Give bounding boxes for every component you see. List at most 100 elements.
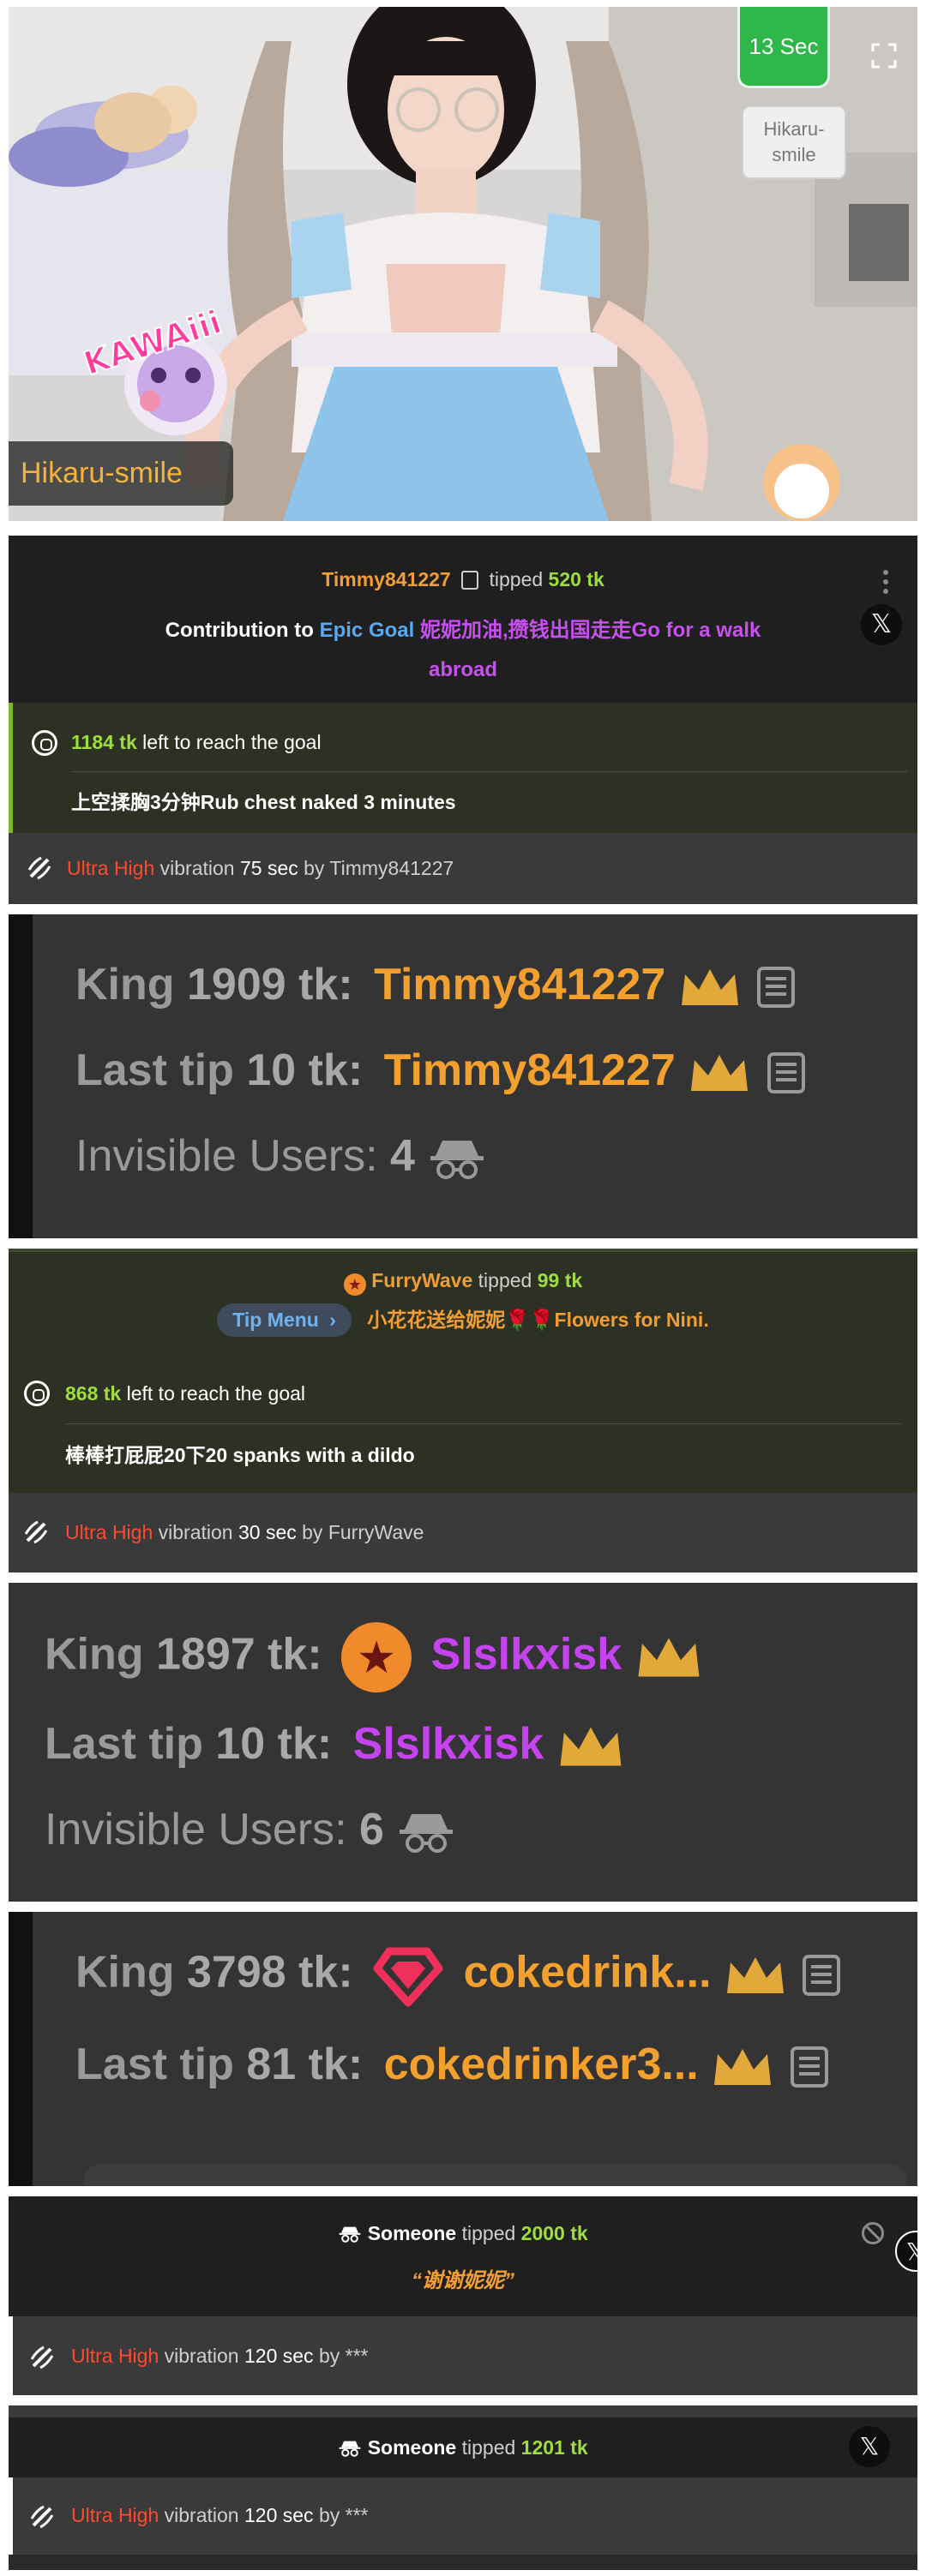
- heart-diamond-icon: [373, 1947, 443, 2007]
- note-icon[interactable]: [764, 1051, 809, 1095]
- tip-line: Someone tipped 2000 tk: [9, 2222, 917, 2249]
- model-badge: Hikaru-smile: [742, 105, 846, 179]
- tip-header: Someone tipped 2000 tk “谢谢妮妮” 𝕏: [9, 2196, 917, 2316]
- tipped-word: tipped: [489, 568, 544, 590]
- goal-remaining-amount: 1184 tk: [71, 731, 137, 753]
- tip-menu-button[interactable]: Tip Menu ›: [217, 1303, 352, 1337]
- tip-header: Timmy841227 tipped 520 tk Contribution t…: [9, 536, 917, 703]
- model-name-text: Hikaru-smile: [21, 457, 183, 489]
- stats-panel-2: King 1897 tk: ★ Slslkxisk Last tip 10 tk…: [9, 1583, 917, 1902]
- vibration-line: Ultra High vibration 75 sec by Timmy8412…: [67, 857, 454, 880]
- epic-goal-label: Epic Goal: [319, 619, 415, 642]
- tip-amount: 1201 tk: [520, 2436, 588, 2459]
- king-row: King 1897 tk: ★ Slslkxisk: [45, 1622, 703, 1692]
- star-badge-icon: ★: [341, 1622, 412, 1692]
- tip-header: Someone tipped 1201 tk 𝕏: [9, 2417, 917, 2477]
- king-row: King 3798 tk: cokedrink...: [75, 1943, 844, 2008]
- incognito-icon: [338, 2225, 362, 2249]
- stats-panel-3: King 3798 tk: cokedrink... Last tip 81 t…: [9, 1912, 917, 2186]
- vibration-bar: Ultra High vibration 120 sec by ***: [9, 2477, 917, 2555]
- vibration-icon: [26, 854, 53, 882]
- tipper-name[interactable]: FurryWave: [371, 1269, 472, 1291]
- goal-remaining-suffix: left to reach the goal: [126, 1382, 306, 1405]
- goal-remaining-line: 1184 tk left to reach the goal: [71, 731, 322, 754]
- vibration-by: by: [304, 857, 325, 879]
- tip-notification-3: Someone tipped 2000 tk “谢谢妮妮” 𝕏 Ultra Hi…: [9, 2196, 917, 2395]
- tipper-name[interactable]: Timmy841227: [322, 568, 450, 590]
- tip-amount: 99 tk: [537, 1269, 583, 1291]
- vibration-level: Ultra High: [67, 857, 155, 879]
- last-tip-amount: 10 tk:: [215, 1719, 333, 1769]
- tip-notification-4: Someone tipped 1201 tk 𝕏 Ultra High vibr…: [9, 2405, 917, 2570]
- goal-remaining-amount: 868 tk: [65, 1382, 122, 1405]
- vibration-word: vibration: [164, 2504, 239, 2526]
- contribution-prefix: Contribution to: [165, 619, 314, 642]
- invisible-users-count: 4: [390, 1131, 415, 1181]
- crown-icon: [560, 1727, 622, 1766]
- note-icon[interactable]: [787, 2045, 832, 2089]
- goal-remaining-line: 868 tk left to reach the goal: [65, 1382, 305, 1405]
- contribution-line: Contribution to Epic Goal 妮妮加油,攒钱出国走走Go …: [77, 611, 849, 690]
- last-tip-user[interactable]: Timmy841227: [384, 1045, 676, 1095]
- block-icon[interactable]: [862, 2222, 884, 2244]
- vibration-bar: Ultra High vibration 75 sec by Timmy8412…: [9, 833, 917, 904]
- note-icon[interactable]: [754, 965, 798, 1009]
- invisible-users-row: Invisible Users: 4: [75, 1130, 487, 1182]
- invisible-users-label: Invisible Users:: [75, 1131, 378, 1181]
- timer-text: 13 Sec: [749, 33, 819, 59]
- goal-box: 1184 tk left to reach the goal 上空揉胸3分钟Ru…: [9, 703, 917, 833]
- note-icon: [461, 571, 479, 590]
- fullscreen-icon[interactable]: [871, 43, 897, 69]
- last-tip-user[interactable]: cokedrinker3...: [384, 2040, 699, 2089]
- vibration-duration: 75 sec: [239, 857, 298, 879]
- incognito-icon: [430, 1141, 484, 1180]
- note-icon[interactable]: [799, 1953, 844, 1998]
- king-amount: 1909 tk:: [186, 960, 353, 1009]
- vibration-line: Ultra High vibration 30 sec by FurryWave: [65, 1521, 424, 1544]
- king-row: King 1909 tk: Timmy841227: [75, 959, 798, 1010]
- incognito-icon: [400, 1814, 454, 1854]
- tip-menu-label: Tip Menu: [232, 1309, 319, 1331]
- king-user[interactable]: Slslkxisk: [431, 1630, 622, 1680]
- vibration-level: Ultra High: [65, 1521, 153, 1543]
- vibration-by: by: [302, 1521, 323, 1543]
- vibration-word: vibration: [159, 857, 235, 879]
- last-tip-user[interactable]: Slslkxisk: [353, 1719, 544, 1769]
- tip-line: Timmy841227 tipped 520 tk: [9, 568, 917, 591]
- king-label: King: [75, 1947, 175, 1998]
- tip-menu-item: 小花花送给妮妮🌹🌹Flowers for Nini.: [367, 1309, 709, 1331]
- invisible-users-row: Invisible Users: 6: [45, 1804, 456, 1855]
- goal-description: 棒棒打屁屁20下20 spanks with a dildo: [65, 1444, 415, 1466]
- tip-notification-2: ★ FurryWave tipped 99 tk Tip Menu › 小花花送…: [9, 1249, 917, 1573]
- input-bar-edge: [84, 2164, 907, 2186]
- more-options-icon[interactable]: [883, 570, 890, 599]
- invisible-users-count: 6: [359, 1805, 384, 1854]
- goal-target-icon: [32, 730, 57, 756]
- vibration-user: ***: [345, 2345, 369, 2367]
- vibration-by: by: [318, 2345, 340, 2367]
- vibration-user: Timmy841227: [329, 857, 454, 879]
- last-tip-row: Last tip 10 tk: Timmy841227: [75, 1045, 809, 1096]
- x-share-icon[interactable]: 𝕏: [849, 2426, 890, 2467]
- faded-previous-line: [9, 2405, 917, 2417]
- vibration-icon: [28, 2344, 56, 2371]
- x-share-icon[interactable]: 𝕏: [861, 604, 902, 645]
- tipped-word: tipped: [478, 1269, 532, 1291]
- goal-remaining-suffix: left to reach the goal: [142, 731, 322, 753]
- vibration-bar: Ultra High vibration 30 sec by FurryWave: [9, 1493, 917, 1573]
- king-amount: 1897 tk:: [155, 1629, 322, 1680]
- incognito-icon: [338, 2439, 362, 2463]
- goal-target-icon: [24, 1381, 50, 1406]
- tip-menu-line: Tip Menu › 小花花送给妮妮🌹🌹Flowers for Nini.: [9, 1303, 917, 1337]
- vibration-user: FurryWave: [328, 1521, 424, 1543]
- vibration-level: Ultra High: [71, 2345, 159, 2367]
- king-user[interactable]: cokedrink...: [464, 1948, 712, 1998]
- king-user[interactable]: Timmy841227: [374, 960, 665, 1009]
- video-player[interactable]: KAWAiii 13 Sec Hikaru-smile Hikaru-smile: [9, 7, 917, 521]
- tip-message: “谢谢妮妮”: [412, 2269, 514, 2292]
- last-tip-row: Last tip 10 tk: Slslkxisk: [45, 1718, 625, 1771]
- last-tip-row: Last tip 81 tk: cokedrinker3...: [75, 2039, 832, 2090]
- crown-icon: [727, 1957, 785, 1993]
- king-label: King: [75, 960, 175, 1009]
- crown-icon: [681, 969, 738, 1006]
